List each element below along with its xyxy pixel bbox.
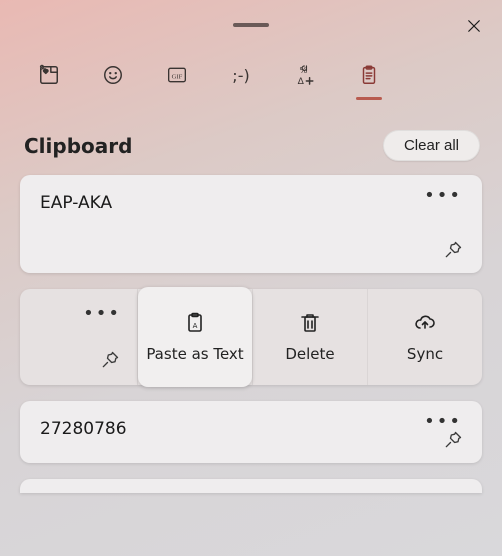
- svg-text:Δ: Δ: [298, 76, 305, 86]
- clear-all-button[interactable]: Clear all: [383, 130, 480, 161]
- tab-kaomoji[interactable]: ;-): [222, 56, 260, 94]
- action-label: Delete: [285, 345, 334, 363]
- tab-gif[interactable]: GIF: [158, 56, 196, 94]
- tab-emoji[interactable]: [94, 56, 132, 94]
- clipboard-item-actions: ••• A Paste as Text Delete: [20, 289, 482, 385]
- clipboard-item-collapsed[interactable]: •••: [20, 289, 138, 385]
- trash-icon: [298, 311, 322, 335]
- clipboard-item-text: EAP-AKA: [40, 193, 462, 213]
- paste-as-text-button[interactable]: A Paste as Text: [138, 287, 252, 387]
- gif-icon: GIF: [165, 65, 189, 85]
- titlebar: [0, 0, 502, 50]
- drag-handle-icon[interactable]: [233, 23, 269, 27]
- kaomoji-icon: ;-): [232, 66, 249, 85]
- sync-button[interactable]: Sync: [367, 289, 482, 385]
- tab-clipboard[interactable]: [350, 56, 388, 94]
- svg-text:A: A: [193, 322, 198, 330]
- clipboard-icon: [358, 64, 380, 86]
- item-pin-button[interactable]: [440, 427, 466, 453]
- action-label: Paste as Text: [146, 345, 243, 363]
- sticker-icon: [38, 64, 60, 86]
- item-pin-button[interactable]: [440, 237, 466, 263]
- clipboard-item-text: 27280786: [40, 419, 462, 439]
- action-label: Sync: [407, 345, 443, 363]
- tab-symbols[interactable]: % Δ: [286, 56, 324, 94]
- symbols-icon: % Δ: [294, 64, 316, 86]
- tab-stickers[interactable]: [30, 56, 68, 94]
- emoji-icon: [102, 64, 124, 86]
- clipboard-list: EAP-AKA ••• ••• A Paste as Text: [0, 175, 502, 493]
- paste-text-icon: A: [183, 311, 207, 335]
- pin-icon: [443, 430, 463, 450]
- close-icon: [465, 17, 483, 35]
- delete-button[interactable]: Delete: [252, 289, 367, 385]
- pin-icon: [100, 350, 120, 370]
- close-button[interactable]: [460, 12, 488, 40]
- item-more-button[interactable]: •••: [83, 305, 121, 323]
- pin-icon: [443, 240, 463, 260]
- category-tabs: GIF ;-) % Δ: [0, 50, 502, 108]
- svg-text:GIF: GIF: [172, 73, 183, 80]
- clipboard-item[interactable]: EAP-AKA •••: [20, 175, 482, 273]
- section-title: Clipboard: [24, 134, 132, 158]
- clipboard-item[interactable]: 27280786 •••: [20, 401, 482, 463]
- item-pin-button[interactable]: [97, 347, 123, 373]
- item-more-button[interactable]: •••: [424, 187, 462, 205]
- cloud-sync-icon: [413, 311, 437, 335]
- section-header: Clipboard Clear all: [0, 108, 502, 175]
- clipboard-item-peek: [20, 479, 482, 493]
